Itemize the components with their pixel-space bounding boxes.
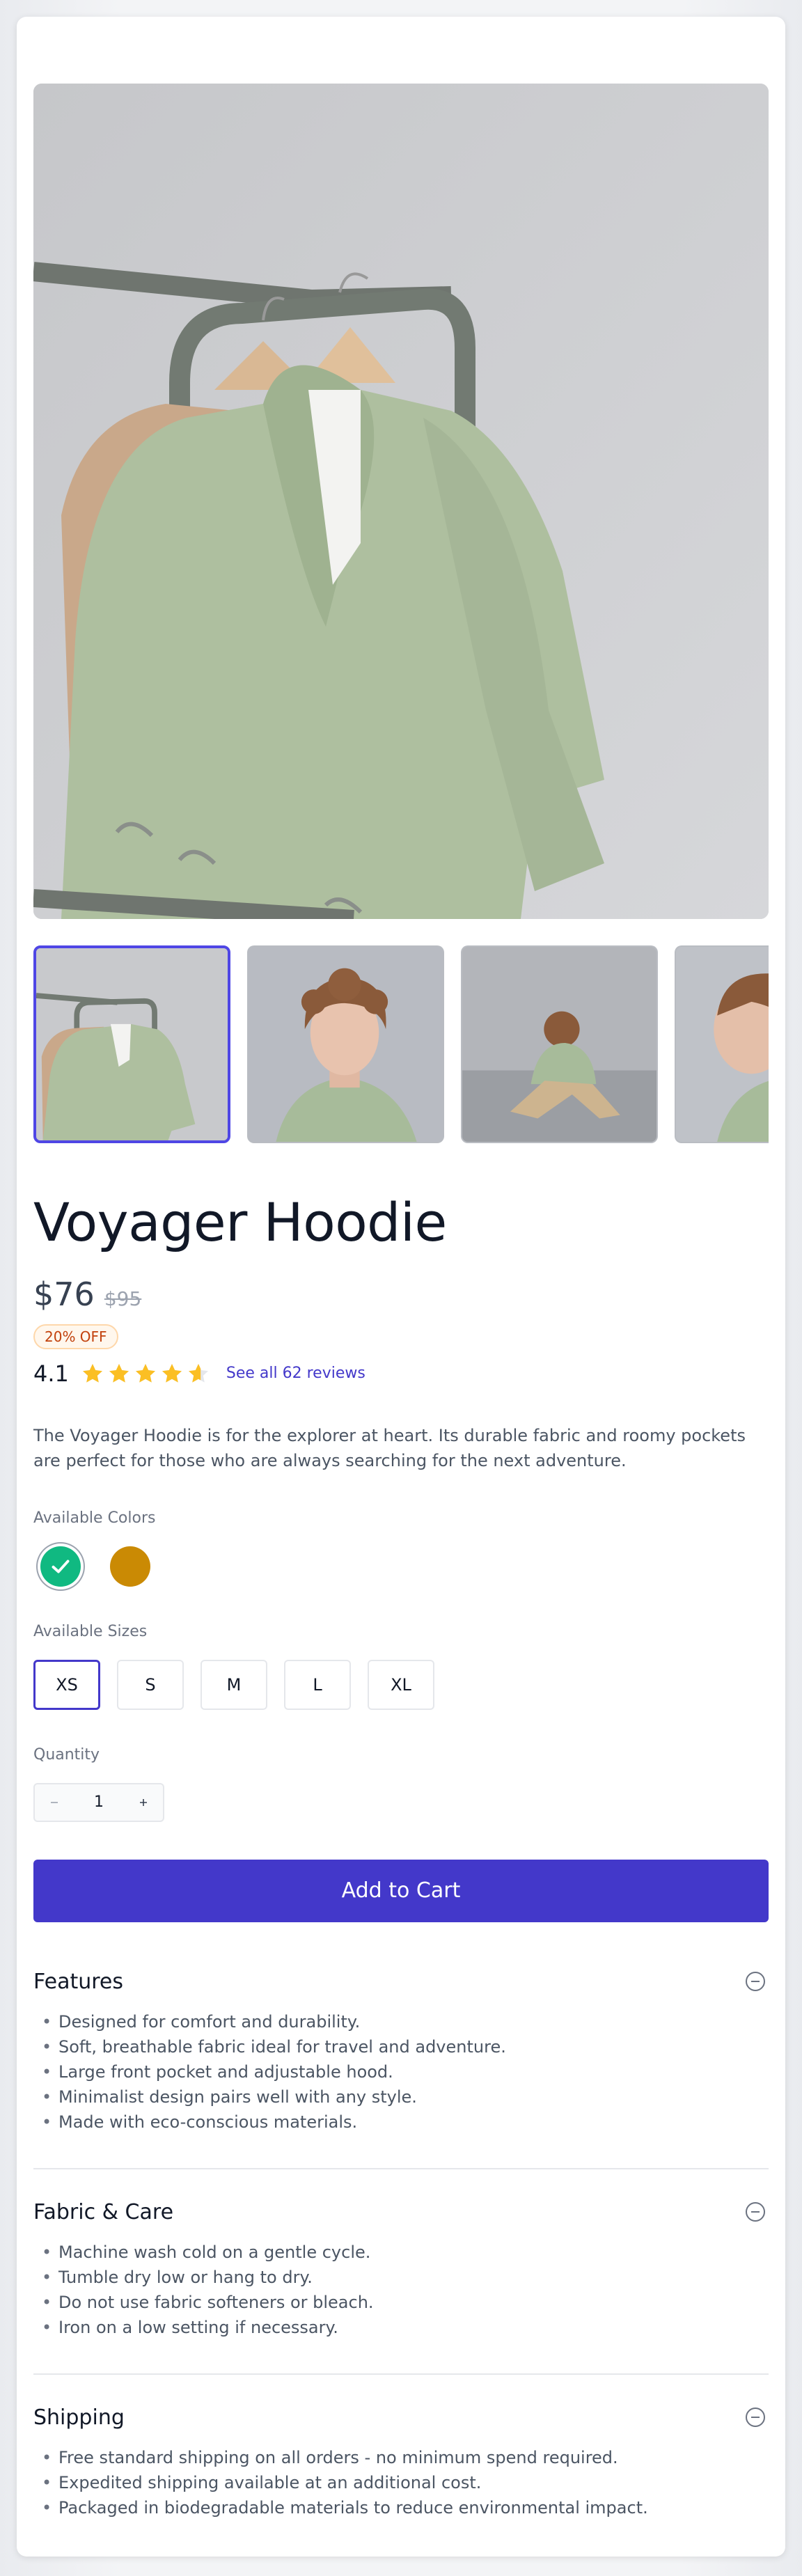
color-options bbox=[40, 1546, 769, 1587]
minus-icon bbox=[51, 1801, 58, 1803]
accordion-section-features: Features Designed for comfort and durabi… bbox=[33, 1957, 769, 2168]
product-details-accordion: Features Designed for comfort and durabi… bbox=[33, 1957, 769, 2554]
thumbnail-model-portrait[interactable] bbox=[247, 945, 444, 1143]
see-reviews-link[interactable]: See all 62 reviews bbox=[226, 1365, 365, 1382]
star-icon bbox=[135, 1363, 155, 1383]
list-item: Made with eco-conscious materials. bbox=[33, 2110, 769, 2135]
size-option-m[interactable]: M bbox=[200, 1659, 267, 1710]
collapse-minus-circle-icon[interactable] bbox=[745, 2201, 766, 2222]
quantity-value[interactable]: 1 bbox=[74, 1793, 124, 1811]
accordion-header-shipping[interactable]: Shipping bbox=[33, 2405, 769, 2430]
add-to-cart-button[interactable]: Add to Cart bbox=[33, 1859, 769, 1922]
size-option-xs[interactable]: XS bbox=[33, 1659, 100, 1710]
sizes-label: Available Sizes bbox=[33, 1622, 148, 1640]
accordion-title: Features bbox=[33, 1969, 123, 1994]
list-item: Iron on a low setting if necessary. bbox=[33, 2315, 769, 2340]
rating-value: 4.1 bbox=[33, 1360, 69, 1387]
product-title: Voyager Hoodie bbox=[33, 1191, 447, 1253]
thumbnail-strip[interactable] bbox=[33, 945, 769, 1143]
original-price: $95 bbox=[104, 1287, 142, 1310]
star-icon bbox=[162, 1363, 182, 1383]
current-price: $76 bbox=[33, 1275, 95, 1313]
list-item: Tumble dry low or hang to dry. bbox=[33, 2265, 769, 2290]
list-item: Large front pocket and adjustable hood. bbox=[33, 2059, 769, 2084]
thumbnail-model-seated[interactable] bbox=[461, 945, 658, 1143]
product-content: Voyager Hoodie $76 $95 20% OFF 4.1 See a… bbox=[33, 84, 769, 2554]
list-item: Expedited shipping available at an addit… bbox=[33, 2470, 769, 2495]
collapse-minus-circle-icon[interactable] bbox=[745, 1971, 766, 1992]
thumbnail-hoodie-on-rack[interactable] bbox=[33, 945, 230, 1143]
accordion-section-fabric-care: Fabric & Care Machine wash cold on a gen… bbox=[33, 2167, 769, 2373]
accordion-section-shipping: Shipping Free standard shipping on all o… bbox=[33, 2373, 769, 2554]
fabric-care-list: Machine wash cold on a gentle cycle. Tum… bbox=[33, 2240, 769, 2340]
quantity-label: Quantity bbox=[33, 1745, 100, 1764]
decrement-button[interactable] bbox=[35, 1784, 74, 1821]
star-rating bbox=[81, 1362, 210, 1385]
accordion-title: Shipping bbox=[33, 2405, 125, 2430]
list-item: Minimalist design pairs well with any st… bbox=[33, 2084, 769, 2110]
increment-button[interactable] bbox=[124, 1784, 163, 1821]
list-item: Machine wash cold on a gentle cycle. bbox=[33, 2240, 769, 2265]
quantity-stepper: 1 bbox=[33, 1782, 164, 1822]
collapse-minus-circle-icon[interactable] bbox=[745, 2407, 766, 2428]
accordion-header-features[interactable]: Features bbox=[33, 1970, 769, 1994]
size-options: XS S M L XL bbox=[33, 1659, 769, 1710]
color-swatch-amber[interactable] bbox=[110, 1546, 150, 1587]
size-option-l[interactable]: L bbox=[284, 1659, 351, 1710]
rating-row: 4.1 See all 62 reviews bbox=[33, 1360, 769, 1387]
list-item: Soft, breathable fabric ideal for travel… bbox=[33, 2034, 769, 2059]
discount-badge: 20% OFF bbox=[33, 1324, 118, 1349]
star-icon bbox=[188, 1363, 208, 1383]
product-card: Voyager Hoodie $76 $95 20% OFF 4.1 See a… bbox=[17, 17, 785, 2557]
color-swatch-green[interactable] bbox=[40, 1546, 81, 1587]
size-option-xl[interactable]: XL bbox=[368, 1659, 434, 1710]
accordion-header-fabric-care[interactable]: Fabric & Care bbox=[33, 2200, 769, 2224]
check-icon bbox=[52, 1560, 70, 1573]
accordion-title: Fabric & Care bbox=[33, 2199, 174, 2224]
shipping-list: Free standard shipping on all orders - n… bbox=[33, 2445, 769, 2520]
star-icon bbox=[82, 1363, 102, 1383]
size-option-s[interactable]: S bbox=[117, 1659, 184, 1710]
list-item: Packaged in biodegradable materials to r… bbox=[33, 2495, 769, 2520]
thumbnail-model-profile[interactable] bbox=[675, 945, 769, 1143]
colors-label: Available Colors bbox=[33, 1509, 156, 1527]
plus-icon bbox=[140, 1798, 147, 1806]
list-item: Free standard shipping on all orders - n… bbox=[33, 2445, 769, 2470]
product-description: The Voyager Hoodie is for the explorer a… bbox=[33, 1425, 746, 1470]
list-item: Do not use fabric softeners or bleach. bbox=[33, 2290, 769, 2315]
list-item: Designed for comfort and durability. bbox=[33, 2009, 769, 2034]
price-row: $76 $95 bbox=[33, 1275, 769, 1313]
features-list: Designed for comfort and durability. Sof… bbox=[33, 2009, 769, 2135]
main-product-image bbox=[33, 84, 769, 919]
star-icon bbox=[109, 1363, 129, 1383]
